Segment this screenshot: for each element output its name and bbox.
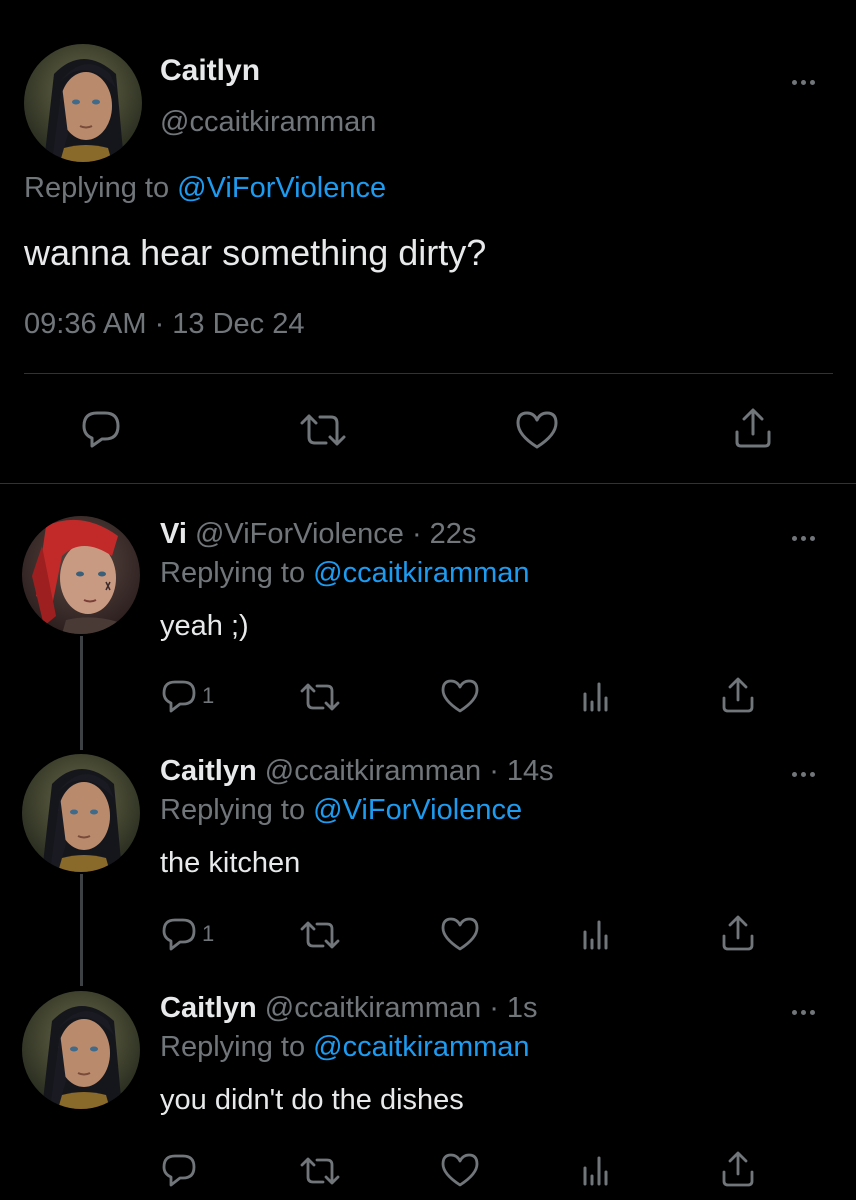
replying-prefix: Replying to [160,1031,314,1063]
replying-to: Replying to @ccaitkiramman [160,557,530,590]
avatar-caitlyn[interactable] [22,991,140,1109]
heart-icon [441,917,479,951]
heart-icon [516,411,558,449]
avatar-vi[interactable] [22,516,140,634]
reply-button[interactable]: 1 [160,916,214,952]
views-button[interactable] [580,1154,612,1188]
reply-header: Caitlyn @ccaitkiramman · 14s [160,755,554,788]
main-tweet-timestamp[interactable]: 09:36 AM · 13 Dec 24 [24,308,305,341]
share-icon [722,1151,754,1187]
reply-button[interactable] [80,409,122,449]
more-icon[interactable] [792,1002,815,1022]
reply-button[interactable] [160,1152,202,1188]
reply-time[interactable]: · 22s [412,518,476,550]
retweet-icon [300,921,340,949]
retweet-button[interactable] [298,680,342,714]
replying-to-link[interactable]: @ccaitkiramman [313,1031,529,1063]
main-tweet-text: wanna hear something dirty? [24,232,487,273]
heart-icon [441,679,479,713]
share-icon [722,915,754,951]
replying-to: Replying to @ViForViolence [160,794,522,827]
reply-text: you didn't do the dishes [160,1084,464,1116]
heart-icon [441,1153,479,1187]
replying-to: Replying to @ccaitkiramman [160,1031,530,1064]
replying-to-link[interactable]: @ccaitkiramman [313,557,529,589]
replying-prefix: Replying to [24,172,178,204]
author-handle[interactable]: @ccaitkiramman [265,755,481,787]
share-button[interactable] [732,406,774,450]
divider [0,483,856,484]
views-button[interactable] [580,680,612,714]
more-icon[interactable] [792,764,815,784]
divider [24,373,833,374]
like-button[interactable] [440,678,480,714]
views-button[interactable] [580,918,612,952]
retweet-button[interactable] [298,1154,342,1188]
retweet-button[interactable] [298,918,342,952]
reply-icon [82,411,120,448]
share-icon [722,677,754,713]
avatar-caitlyn[interactable] [22,754,140,872]
reply-header: Vi @ViForViolence · 22s [160,518,476,551]
views-icon [583,920,608,950]
more-icon[interactable] [792,528,815,548]
main-author-name[interactable]: Caitlyn [160,54,260,88]
reply-time[interactable]: · 14s [489,755,553,787]
more-icon[interactable] [792,72,815,92]
retweet-icon [300,1157,340,1185]
retweet-icon [300,683,340,711]
share-icon [735,408,771,448]
retweet-icon [300,414,346,446]
replying-to-link[interactable]: @ViForViolence [177,172,386,204]
reply-count: 1 [202,921,215,946]
like-button[interactable] [440,1152,480,1188]
reply-button[interactable]: 1 [160,678,214,714]
author-name[interactable]: Caitlyn [160,755,257,787]
reply-icon [162,1154,196,1187]
share-button[interactable] [720,676,756,714]
avatar-caitlyn-main[interactable] [24,44,142,162]
reply-count: 1 [202,683,215,708]
replying-to-link[interactable]: @ViForViolence [313,794,522,826]
reply-text: the kitchen [160,847,301,879]
reply-header: Caitlyn @ccaitkiramman · 1s [160,992,538,1025]
main-replying-to: Replying to @ViForViolence [24,172,386,205]
main-author-handle[interactable]: @ccaitkiramman [160,106,376,139]
replying-prefix: Replying to [160,794,314,826]
share-button[interactable] [720,914,756,952]
retweet-button[interactable] [298,411,348,449]
reply-icon [162,680,196,713]
reply-time[interactable]: · 1s [489,992,537,1024]
share-button[interactable] [720,1150,756,1188]
reply-icon [162,918,196,951]
author-name[interactable]: Vi [160,518,187,550]
like-button[interactable] [440,916,480,952]
reply-text: yeah ;) [160,610,249,642]
author-name[interactable]: Caitlyn [160,992,257,1024]
views-icon [583,682,608,712]
views-icon [583,1156,608,1186]
author-handle[interactable]: @ccaitkiramman [265,992,481,1024]
author-handle[interactable]: @ViForViolence [195,518,404,550]
like-button[interactable] [514,409,560,451]
thread-line [80,636,83,750]
thread-line [80,874,83,986]
replying-prefix: Replying to [160,557,314,589]
